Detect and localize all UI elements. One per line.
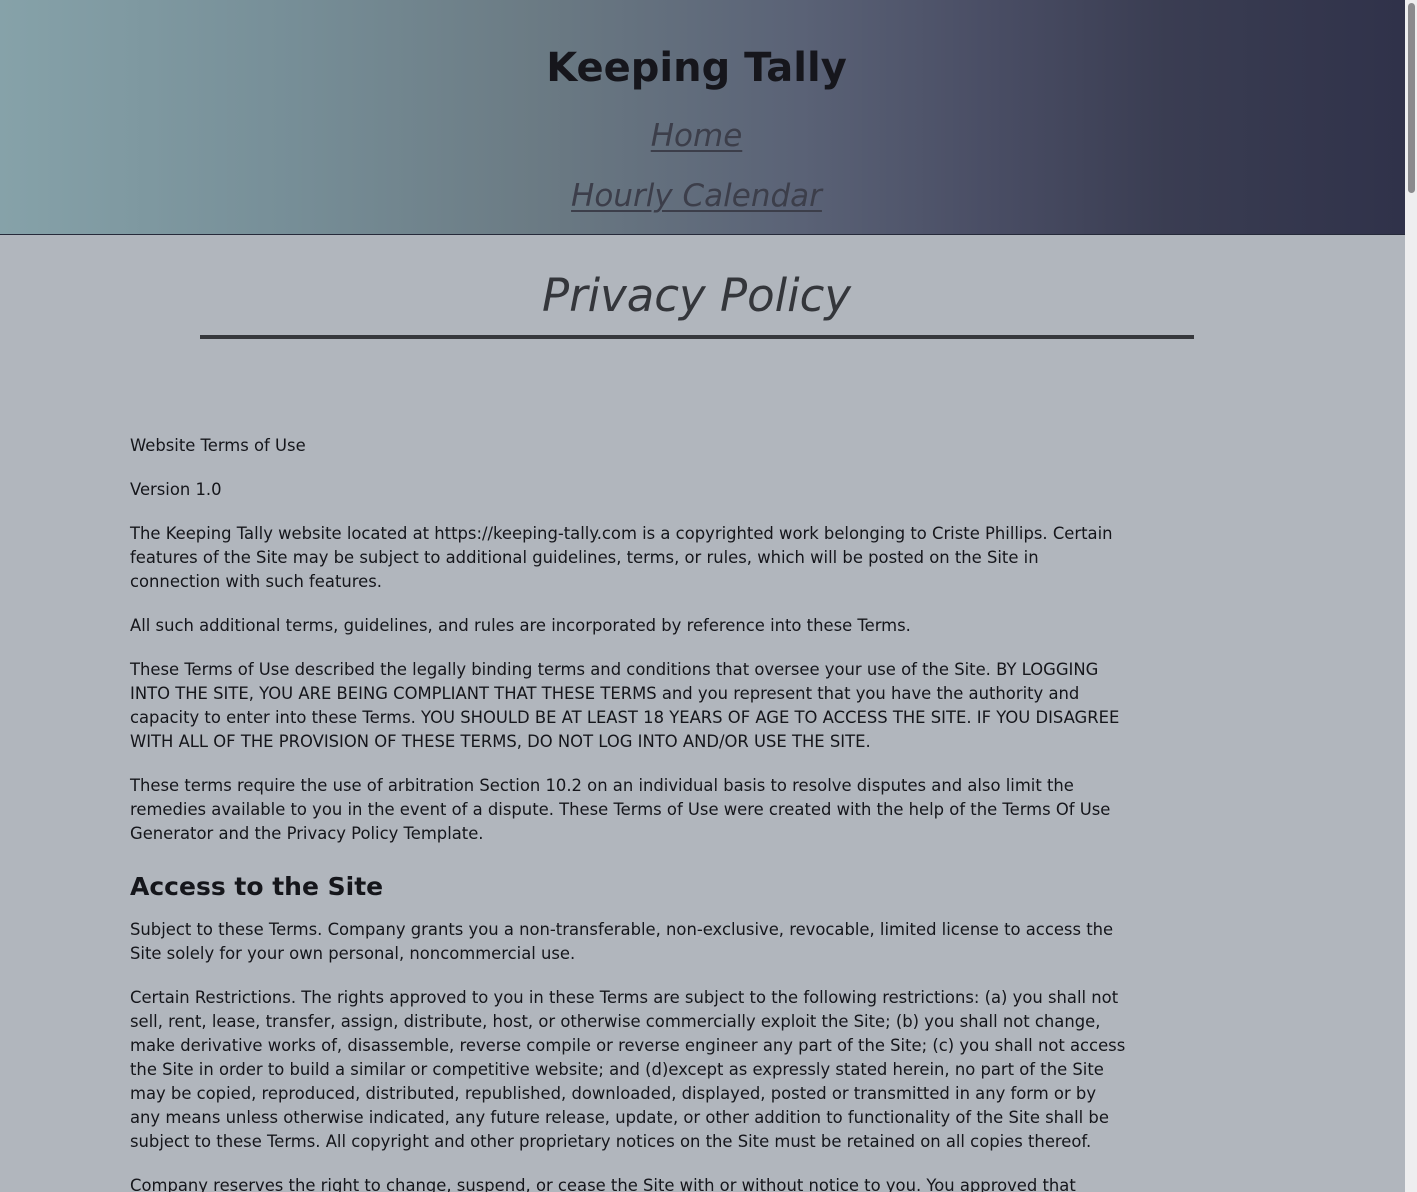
page-heading: Privacy Policy	[541, 269, 852, 322]
scrollbar-thumb[interactable]	[1408, 3, 1415, 193]
doc-title: Website Terms of Use	[130, 436, 306, 455]
section-heading-access: Access to the Site	[130, 872, 384, 901]
restrictions-paragraph: Certain Restrictions. The rights approve…	[130, 988, 1126, 1151]
incorporation-paragraph: All such additional terms, guidelines, a…	[130, 616, 911, 635]
arbitration-paragraph: These terms require the use of arbitrati…	[130, 776, 1111, 843]
binding-terms-paragraph: These Terms of Use described the legally…	[130, 660, 1120, 751]
vertical-scrollbar[interactable]	[1405, 0, 1417, 1192]
nav-link-hourly-calendar[interactable]: Hourly Calendar	[0, 177, 1393, 215]
nav-link-home[interactable]: Home	[0, 117, 1393, 155]
changes-paragraph: Company reserves the right to change, su…	[130, 1176, 1076, 1192]
policy-content: Website Terms of Use Version 1.0 The Kee…	[130, 434, 1130, 1192]
intro-paragraph: The Keeping Tally website located at htt…	[130, 524, 1113, 591]
heading-divider	[200, 335, 1194, 339]
doc-version: Version 1.0	[130, 480, 222, 499]
site-header: Keeping Tally Home Hourly Calendar	[0, 0, 1405, 235]
site-title: Keeping Tally	[546, 45, 847, 91]
page: Keeping Tally Home Hourly Calendar Priva…	[0, 0, 1405, 1192]
license-paragraph: Subject to these Terms. Company grants y…	[130, 920, 1114, 963]
